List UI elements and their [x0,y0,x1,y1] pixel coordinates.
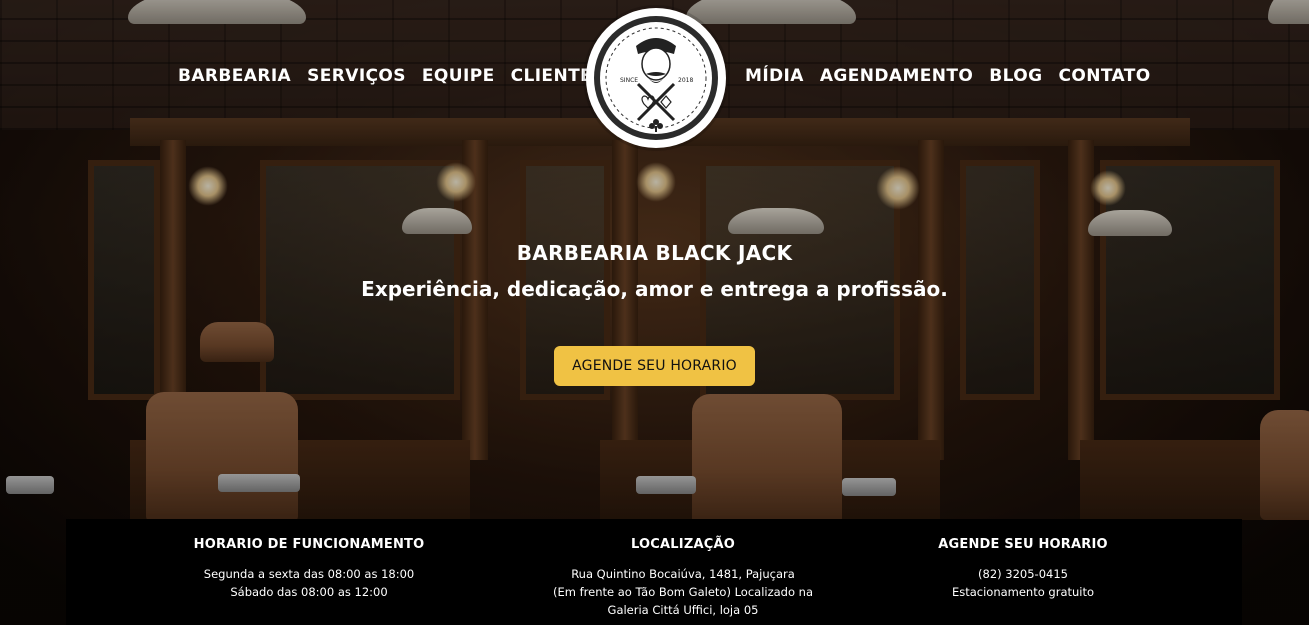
logo-since-text: SINCE [620,77,638,84]
location-section: LOCALIZAÇÃO Rua Quintino Bocaiúva, 1481,… [518,537,848,619]
logo[interactable]: SINCE 2018 [586,8,726,148]
nav-link-servicos[interactable]: SERVIÇOS [307,66,406,86]
location-line: Galeria Cittá Uffici, loja 05 [607,603,759,617]
hero-subtitle: Experiência, dedicação, amor e entrega a… [361,277,948,301]
nav-link-blog[interactable]: BLOG [989,66,1042,86]
schedule-button[interactable]: AGENDE SEU HORARIO [554,346,755,386]
nav-link-midia[interactable]: MÍDIA [745,66,804,86]
nav-link-agendamento[interactable]: AGENDAMENTO [820,66,973,86]
parking-info: Estacionamento gratuito [951,585,1095,599]
barber-logo-icon: SINCE 2018 [594,16,718,140]
hours-title: HORARIO DE FUNCIONAMENTO [193,537,425,552]
schedule-section: AGENDE SEU HORARIO (82) 3205-0415 Estaci… [858,537,1188,601]
nav-link-barbearia[interactable]: BARBEARIA [178,66,291,86]
nav-link-equipe[interactable]: EQUIPE [422,66,495,86]
hours-section: HORARIO DE FUNCIONAMENTO Segunda a sexta… [144,537,474,601]
location-line: Rua Quintino Bocaiúva, 1481, Pajuçara [571,567,795,581]
hero-title: BARBEARIA BLACK JACK [516,241,793,265]
nav-link-contato[interactable]: CONTATO [1058,66,1150,86]
location-line: (Em frente ao Tão Bom Galeto) Localizado… [552,585,813,599]
nav-right: MÍDIA AGENDAMENTO BLOG CONTATO [745,66,1151,86]
hours-line: Segunda a sexta das 08:00 as 18:00 [203,567,415,581]
phone-number[interactable]: (82) 3205-0415 [858,565,1188,583]
hours-line: Sábado das 08:00 as 12:00 [230,585,388,599]
location-title: LOCALIZAÇÃO [631,537,735,552]
schedule-title: AGENDE SEU HORARIO [938,537,1108,552]
logo-year-text: 2018 [678,77,693,84]
info-panel: HORARIO DE FUNCIONAMENTO Segunda a sexta… [66,519,1242,625]
nav-left: BARBEARIA SERVIÇOS EQUIPE CLIENTES [178,66,605,86]
